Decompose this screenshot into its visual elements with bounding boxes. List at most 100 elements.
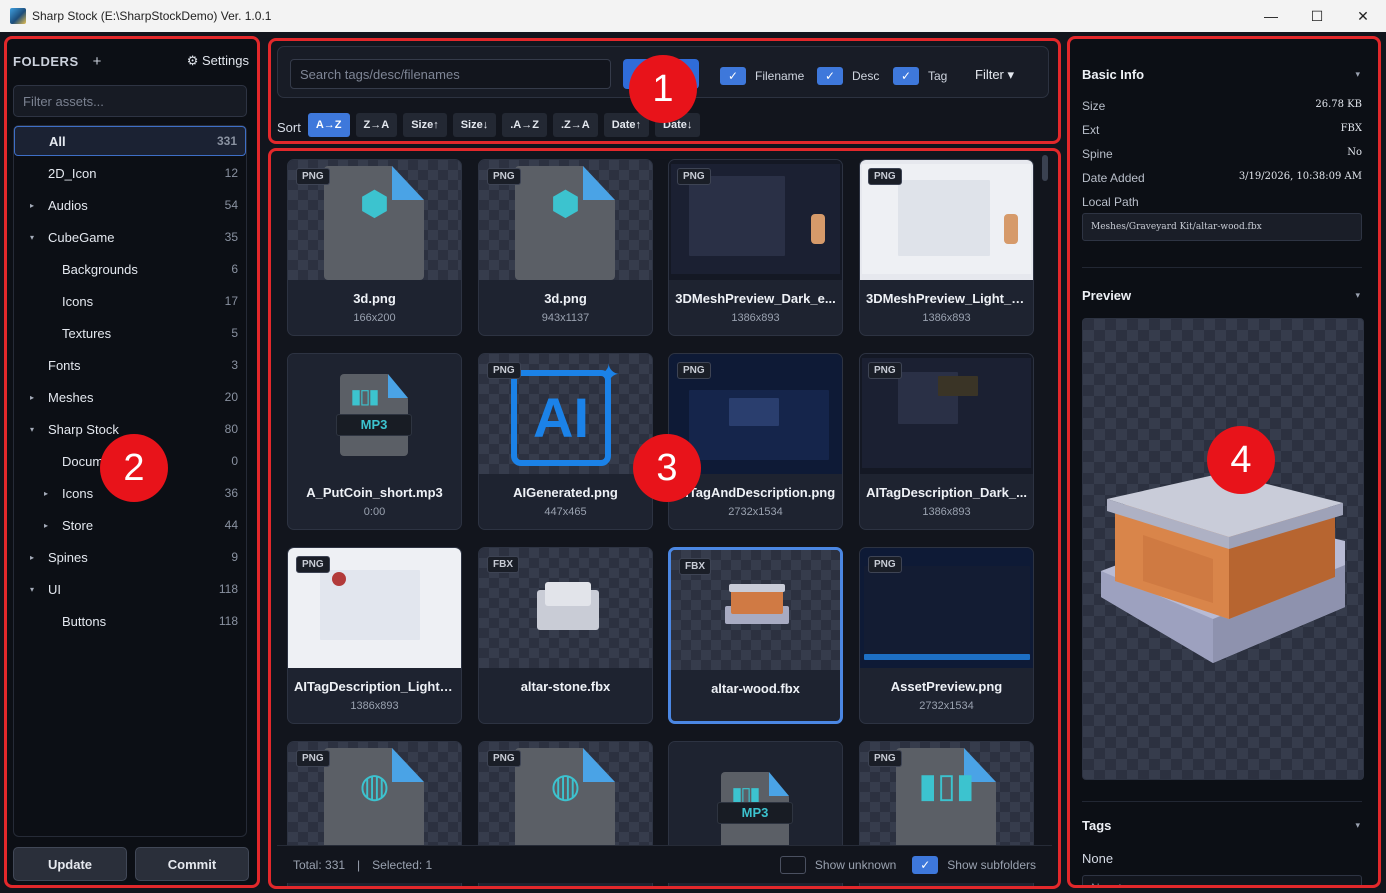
file-fold — [769, 772, 789, 796]
wood-altar-top — [729, 584, 785, 592]
caret-down-icon[interactable]: ▾ — [30, 585, 34, 594]
globe-icon: ◍ — [359, 767, 390, 805]
asset-card[interactable]: AI ✦ PNG AIGenerated.png 447x465 — [478, 353, 653, 530]
cube-3d-icon: ⬢ — [359, 185, 390, 223]
search-input[interactable] — [290, 59, 611, 89]
asset-card-selected[interactable]: FBX altar-wood.fbx — [668, 547, 843, 724]
asset-meta: 0:00 — [363, 506, 386, 518]
sort-size-desc-button[interactable]: Size↓ — [452, 113, 497, 137]
asset-thumbnail: ▮▯▮ MP3 — [288, 354, 461, 474]
asset-card[interactable]: ⬢ PNG 3d.png 166x200 — [287, 159, 462, 336]
checkbox-checked-icon: ✓ — [912, 855, 939, 874]
thumb-panel — [689, 176, 785, 256]
file-type-badge: PNG — [868, 168, 902, 185]
update-button[interactable]: Update — [13, 847, 127, 881]
folder-item-textures[interactable]: Textures 5 — [14, 318, 246, 348]
show-subfolders-checkbox[interactable]: ✓ Show subfolders — [912, 855, 1036, 874]
settings-button[interactable]: ⚙ Settings — [187, 53, 249, 69]
sort-ext-a-z-button[interactable]: .A→Z — [502, 113, 547, 137]
asset-card[interactable]: ⬢ PNG 3d.png 943x1137 — [478, 159, 653, 336]
folder-item-cubegame[interactable]: ▾ CubeGame 35 — [14, 222, 246, 252]
info-value: 26.78 KB — [1315, 99, 1362, 110]
ai-generated-icon: AI — [511, 370, 611, 466]
maximize-button[interactable]: ☐ — [1294, 0, 1340, 32]
asset-card[interactable]: PNG 3DMeshPreview_Dark_e... 1386x893 — [668, 159, 843, 336]
file-type-badge: PNG — [868, 556, 902, 573]
folder-count: 6 — [231, 262, 238, 276]
caret-right-icon[interactable]: ▸ — [30, 393, 34, 402]
folder-count: 5 — [231, 326, 238, 340]
sort-ext-z-a-button[interactable]: .Z→A — [552, 113, 598, 137]
basic-info-title[interactable]: Basic Info — [1082, 67, 1144, 82]
tags-title[interactable]: Tags — [1082, 818, 1111, 833]
asset-card[interactable]: PNG AITagDescription_Light_... 1386x893 — [287, 547, 462, 724]
folder-count: 331 — [216, 134, 237, 148]
asset-meta: 166x200 — [353, 312, 396, 324]
folder-count: 118 — [218, 614, 238, 628]
show-unknown-checkbox[interactable]: Show unknown — [779, 855, 897, 874]
folder-item-spines[interactable]: ▸ Spines 9 — [14, 542, 246, 572]
folder-count: 0 — [231, 454, 238, 468]
local-path-field[interactable]: Meshes/Graveyard Kit/altar-wood.fbx — [1082, 213, 1362, 241]
asset-name: AIGenerated.png — [513, 485, 618, 500]
add-folder-icon[interactable]: + — [93, 53, 102, 70]
folder-item-store[interactable]: ▸ Store 44 — [14, 510, 246, 540]
folder-item-icons[interactable]: Icons 17 — [14, 286, 246, 316]
sort-z-a-button[interactable]: Z→A — [355, 113, 398, 137]
folder-item-audios[interactable]: ▸ Audios 54 — [14, 190, 246, 220]
asset-card[interactable]: PNG 3DMeshPreview_Light_e... 1386x893 — [859, 159, 1034, 336]
total-count: Total: 331 — [293, 857, 346, 872]
asset-card[interactable]: PNG AssetPreview.png 2732x1534 — [859, 547, 1034, 724]
asset-name: A_PutCoin_short.mp3 — [306, 485, 443, 500]
folder-item-meshes[interactable]: ▸ Meshes 20 — [14, 382, 246, 412]
folder-item-backgrounds[interactable]: Backgrounds 6 — [14, 254, 246, 284]
sort-a-z-button[interactable]: A→Z — [307, 113, 350, 137]
folder-count: 36 — [224, 486, 238, 500]
asset-name: 3DMeshPreview_Light_e... — [866, 291, 1030, 306]
folder-count: 54 — [224, 198, 238, 212]
sort-size-asc-button[interactable]: Size↑ — [403, 113, 447, 137]
asset-card[interactable]: PNG AITagDescription_Dark_... 1386x893 — [859, 353, 1034, 530]
info-value: No — [1347, 147, 1362, 158]
grid-scrollbar[interactable] — [1042, 155, 1048, 181]
preview-title[interactable]: Preview — [1082, 288, 1131, 303]
new-tag-input[interactable] — [1082, 875, 1362, 885]
checkbox-label: Show unknown — [814, 857, 897, 872]
filter-assets-input[interactable] — [13, 85, 247, 117]
caret-down-icon[interactable]: ▾ — [30, 425, 34, 434]
file-type-badge: FBX — [487, 556, 519, 573]
folder-label: Docum — [62, 453, 104, 469]
close-button[interactable]: ✕ — [1340, 0, 1386, 32]
tag-checkbox[interactable]: ✓ Tag — [893, 67, 947, 85]
filter-dropdown[interactable]: Filter ▾ — [975, 67, 1014, 83]
desc-checkbox[interactable]: ✓ Desc — [817, 67, 879, 85]
folder-count: 35 — [224, 230, 238, 244]
folder-item-buttons[interactable]: Buttons 118 — [14, 606, 246, 636]
folder-item-ui[interactable]: ▾ UI 118 — [14, 574, 246, 604]
asset-card[interactable]: PNG AITagAndDescription.png 2732x1534 — [668, 353, 843, 530]
caret-down-icon[interactable]: ▾ — [30, 233, 34, 242]
asset-meta: 1386x893 — [731, 312, 780, 324]
folder-item-all[interactable]: All 331 — [14, 126, 246, 156]
caret-right-icon[interactable]: ▸ — [30, 201, 34, 210]
asset-thumbnail: ▮▯▮ MP3 — [669, 742, 842, 862]
minimize-button[interactable]: — — [1248, 0, 1294, 32]
caret-right-icon[interactable]: ▸ — [44, 489, 48, 498]
asset-card[interactable]: ▮▯▮ MP3 A_PutCoin_short.mp3 0:00 — [287, 353, 462, 530]
folder-item-fonts[interactable]: Fonts 3 — [14, 350, 246, 380]
folder-item-2d-icon[interactable]: 2D_Icon 12 — [14, 158, 246, 188]
chevron-down-icon[interactable]: ▾ — [1355, 69, 1360, 80]
model-preview[interactable] — [1082, 318, 1364, 780]
chevron-down-icon[interactable]: ▾ — [1355, 290, 1360, 301]
caret-right-icon[interactable]: ▸ — [30, 553, 34, 562]
filename-checkbox[interactable]: ✓ Filename — [720, 67, 804, 85]
file-type-badge: PNG — [487, 750, 521, 767]
folder-label: Buttons — [62, 613, 107, 629]
chevron-down-icon[interactable]: ▾ — [1355, 820, 1360, 831]
commit-button[interactable]: Commit — [135, 847, 249, 881]
file-type-badge: PNG — [487, 362, 521, 379]
sidebar-header: FOLDERS + ⚙ Settings — [13, 51, 249, 71]
asset-meta: 2732x1534 — [728, 506, 783, 518]
caret-right-icon[interactable]: ▸ — [44, 521, 48, 530]
asset-card[interactable]: FBX altar-stone.fbx — [478, 547, 653, 724]
